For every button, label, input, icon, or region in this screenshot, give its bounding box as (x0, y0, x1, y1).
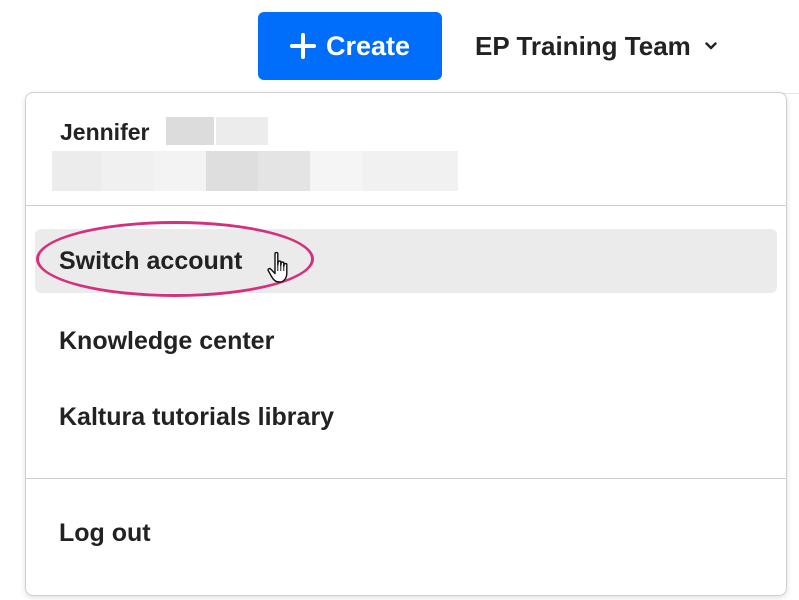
account-menu-toggle[interactable]: EP Training Team (475, 24, 717, 68)
logout-button[interactable]: Log out (35, 501, 777, 565)
plus-icon (289, 33, 316, 59)
redacted-email (206, 151, 258, 191)
menu-item-tutorials-library[interactable]: Kaltura tutorials library (35, 385, 777, 449)
redacted-email (310, 151, 362, 191)
menu-item-label: Switch account (59, 246, 243, 275)
redacted-email (52, 151, 102, 191)
user-name: Jennifer (60, 119, 150, 145)
create-button[interactable]: Create (258, 12, 442, 80)
hand-pointer-icon (267, 251, 288, 283)
redacted-email (362, 151, 458, 191)
top-bar: Create EP Training Team (0, 0, 799, 94)
menu-item-label: Kaltura tutorials library (59, 402, 335, 431)
logout-label: Log out (59, 518, 151, 547)
menu-item-label: Knowledge center (59, 326, 275, 355)
account-dropdown-menu: Jennifer Switch account Knowledge center… (25, 92, 787, 596)
redacted-email (102, 151, 154, 191)
menu-item-switch-account[interactable]: Switch account (35, 229, 777, 293)
menu-divider (26, 205, 786, 206)
redacted-last-name (166, 117, 214, 145)
redacted-last-name (216, 117, 268, 145)
redacted-email (258, 151, 310, 191)
create-button-label: Create (325, 30, 411, 61)
account-name: EP Training Team (475, 30, 691, 61)
menu-divider (26, 478, 786, 479)
chevron-down-icon (705, 42, 717, 50)
redacted-email (154, 151, 206, 191)
menu-item-knowledge-center[interactable]: Knowledge center (35, 309, 777, 373)
